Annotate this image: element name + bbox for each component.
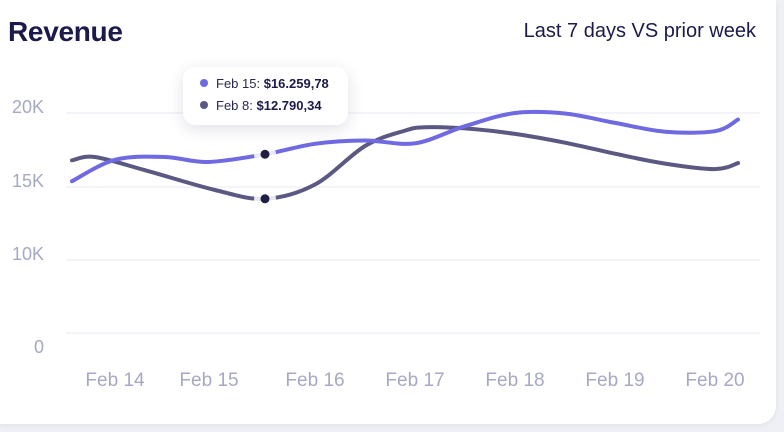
y-tick-label: 0 bbox=[34, 337, 44, 357]
tooltip-current-label: Feb 15: bbox=[216, 76, 261, 91]
y-tick-label: 10K bbox=[12, 244, 44, 264]
x-tick-label: Feb 15 bbox=[179, 370, 238, 391]
x-tick-label: Feb 18 bbox=[485, 370, 544, 391]
current-series-line bbox=[70, 109, 740, 184]
tooltip-prior-label: Feb 8: bbox=[216, 98, 253, 113]
current-series-dot bbox=[200, 79, 208, 87]
x-tick-label: Feb 17 bbox=[385, 370, 444, 391]
y-tick-label: 20K bbox=[12, 97, 44, 117]
tooltip-row-current: Feb 15: $16.259,78 bbox=[200, 76, 329, 91]
tooltip-current-value: $16.259,78 bbox=[263, 76, 329, 91]
tooltip-row-prior: Feb 8: $12.790,34 bbox=[200, 98, 322, 113]
prior-hover-point bbox=[260, 194, 270, 204]
x-tick-label: Feb 14 bbox=[85, 370, 145, 391]
current-hover-point bbox=[260, 149, 270, 159]
x-tick-label: Feb 19 bbox=[585, 370, 644, 391]
revenue-line-chart[interactable]: 20K 15K 10K 0 Feb 14 Feb 15 Feb 16 Feb 17 Feb 18… bbox=[0, 0, 776, 424]
y-tick-label: 15K bbox=[12, 171, 44, 191]
chart-tooltip: Feb 15: $16.259,78 Feb 8: $12.790,34 bbox=[183, 67, 348, 125]
x-tick-label: Feb 20 bbox=[685, 370, 744, 391]
revenue-card: Revenue Last 7 days VS prior week 20K 15K… bbox=[0, 0, 776, 424]
tooltip-prior-value: $12.790,34 bbox=[256, 98, 322, 113]
prior-series-line bbox=[70, 125, 740, 201]
prior-series-dot bbox=[200, 101, 208, 109]
x-tick-label: Feb 16 bbox=[285, 370, 344, 391]
